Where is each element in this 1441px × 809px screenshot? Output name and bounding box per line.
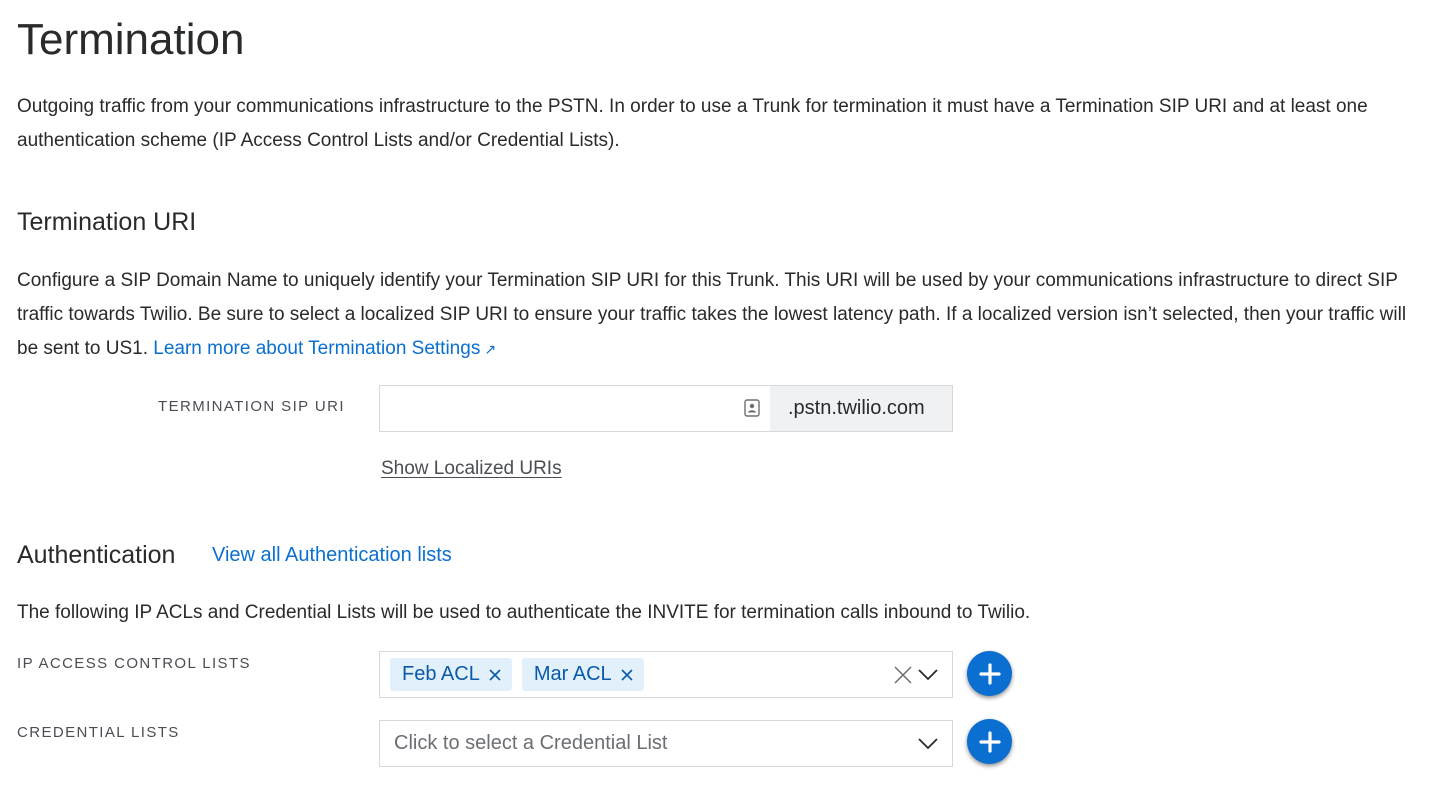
learn-more-label: Learn more about Termination Settings — [153, 338, 481, 359]
show-localized-uris-link[interactable]: Show Localized URIs — [381, 458, 562, 480]
plus-icon — [978, 662, 1001, 685]
chevron-down-icon[interactable] — [918, 668, 938, 681]
ip-acl-multiselect[interactable]: Feb ACL Mar ACL — [379, 651, 953, 698]
termination-uri-heading: Termination URI — [17, 208, 197, 236]
termination-uri-description: Configure a SIP Domain Name to uniquely … — [17, 264, 1427, 366]
add-ip-acl-button[interactable] — [967, 651, 1012, 696]
termination-sip-uri-group: .pstn.twilio.com — [379, 385, 953, 432]
chevron-down-icon[interactable] — [918, 737, 938, 750]
add-credential-list-button[interactable] — [967, 719, 1012, 764]
plus-icon — [978, 730, 1001, 753]
sip-uri-input-wrap — [380, 386, 770, 431]
view-all-authentication-lists-link[interactable]: View all Authentication lists — [212, 544, 452, 567]
select-controls — [894, 665, 952, 684]
credential-list-placeholder: Click to select a Credential List — [394, 732, 668, 754]
remove-tag-icon[interactable] — [488, 668, 502, 682]
learn-more-link[interactable]: Learn more about Termination Settings ↗ — [153, 338, 496, 359]
termination-sip-uri-label: TERMINATION SIP URI — [158, 398, 345, 415]
authentication-description: The following IP ACLs and Credential Lis… — [17, 602, 1031, 623]
tag-label: Mar ACL — [533, 663, 612, 685]
tag-label: Feb ACL — [402, 663, 480, 685]
page-title: Termination — [17, 15, 245, 64]
clear-selection-icon[interactable] — [894, 665, 912, 684]
intro-text: Outgoing traffic from your communication… — [17, 96, 1368, 151]
external-link-icon: ↗ — [484, 341, 497, 357]
credential-lists-label: CREDENTIAL LISTS — [17, 724, 180, 741]
sip-uri-suffix: .pstn.twilio.com — [770, 386, 952, 431]
ip-acl-label: IP ACCESS CONTROL LISTS — [17, 655, 251, 672]
contact-card-icon[interactable] — [744, 399, 760, 417]
selected-tag: Mar ACL — [521, 658, 644, 691]
select-controls — [918, 737, 952, 750]
remove-tag-icon[interactable] — [620, 668, 634, 682]
selected-tag: Feb ACL — [390, 658, 512, 691]
termination-sip-uri-input[interactable] — [380, 386, 770, 431]
credential-list-select[interactable]: Click to select a Credential List — [379, 720, 953, 767]
authentication-heading: Authentication — [17, 541, 176, 569]
